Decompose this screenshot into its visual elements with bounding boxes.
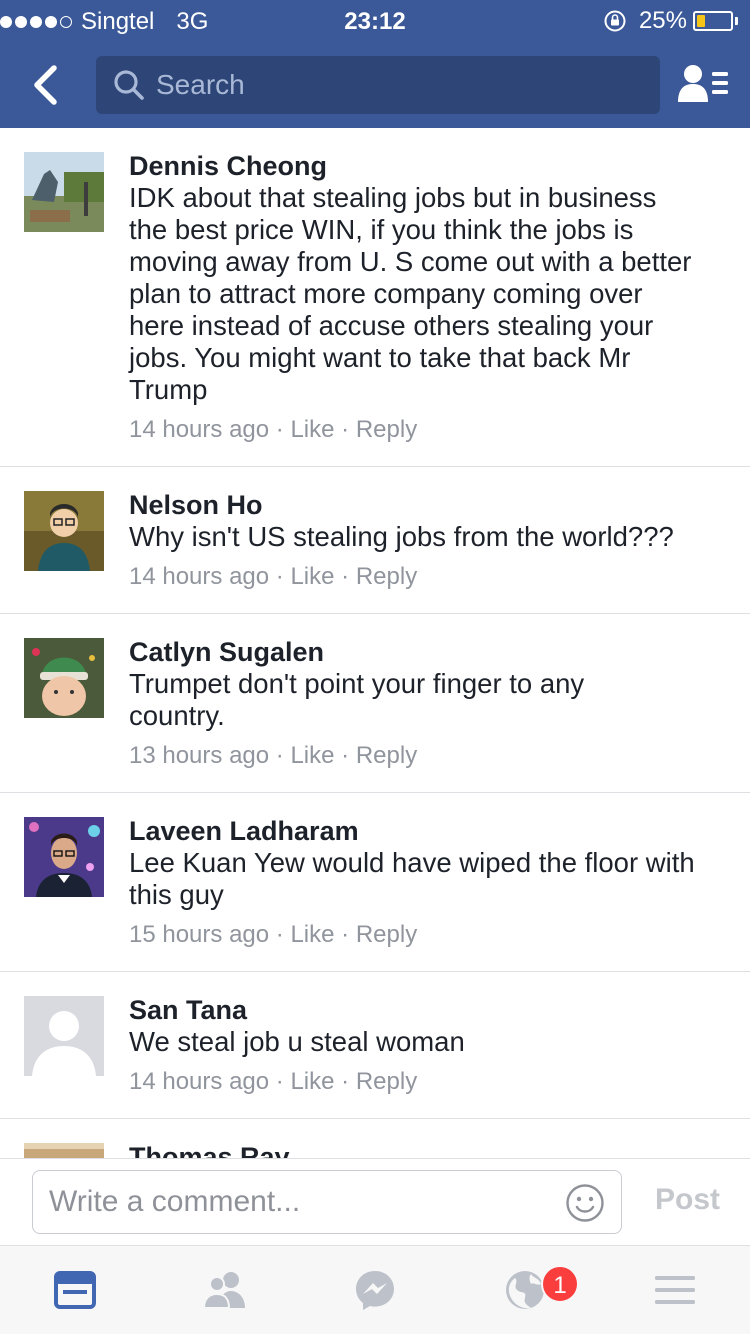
like-link[interactable]: Like xyxy=(290,742,334,769)
comment-author[interactable]: Thomas Ray xyxy=(129,1141,726,1158)
comment-meta: 13 hours ago · Like · Reply xyxy=(129,740,726,772)
friends-icon[interactable] xyxy=(203,1268,247,1312)
comment-text-line: Lee Kuan Yew would have wiped the floor … xyxy=(129,847,695,878)
comment-text: IDK about that stealing jobs but in busi… xyxy=(129,182,726,406)
comment-text-line: Why isn't US stealing jobs from the worl… xyxy=(129,521,674,552)
comment-item: Laveen Ladharam Lee Kuan Yew would have … xyxy=(0,793,750,972)
friend-requests-icon[interactable] xyxy=(676,62,730,106)
post-button[interactable]: Post xyxy=(655,1183,720,1217)
comment-author[interactable]: San Tana xyxy=(129,994,726,1026)
comment-meta: 14 hours ago · Like · Reply xyxy=(129,414,726,446)
comment-timestamp: 14 hours ago xyxy=(129,1068,270,1095)
comment-meta: 14 hours ago · Like · Reply xyxy=(129,561,726,593)
avatar[interactable] xyxy=(24,491,104,571)
separator-dot: · xyxy=(341,921,356,948)
comment-meta: 14 hours ago · Like · Reply xyxy=(129,1066,726,1098)
chevron-left-icon[interactable] xyxy=(26,62,66,108)
battery-nub xyxy=(735,17,738,25)
comment-meta: 15 hours ago · Like · Reply xyxy=(129,919,726,951)
comment-text-line: jobs. You might want to take that back M… xyxy=(129,342,631,373)
comment-text-line: moving away from U. S come out with a be… xyxy=(129,246,692,277)
separator-dot: · xyxy=(275,921,291,948)
search-input[interactable]: Search xyxy=(156,69,245,101)
search-bar[interactable]: Search xyxy=(96,56,660,114)
comment-text: Trumpet don't point your finger to any c… xyxy=(129,668,726,732)
comment-text-line: IDK about that stealing jobs but in busi… xyxy=(129,182,657,213)
comment-composer: Write a comment... Post xyxy=(0,1158,750,1246)
like-link[interactable]: Like xyxy=(290,416,334,443)
reply-link[interactable]: Reply xyxy=(356,416,417,443)
comment-text-line: We steal job u steal woman xyxy=(129,1026,465,1057)
comment-timestamp: 15 hours ago xyxy=(129,921,270,948)
comment-author[interactable]: Catlyn Sugalen xyxy=(129,636,726,668)
separator-dot: · xyxy=(341,416,356,443)
comment-author[interactable]: Dennis Cheong xyxy=(129,150,726,182)
comment-timestamp: 13 hours ago xyxy=(129,742,270,769)
avatar[interactable] xyxy=(24,152,104,232)
reply-link[interactable]: Reply xyxy=(356,742,417,769)
comment-item: Nelson Ho Why isn't US stealing jobs fro… xyxy=(0,467,750,614)
comment-item: Thomas Ray xyxy=(0,1119,750,1158)
comment-timestamp: 14 hours ago xyxy=(129,563,270,590)
battery-icon xyxy=(693,11,733,31)
battery-level-fill xyxy=(697,15,705,27)
separator-dot: · xyxy=(275,742,291,769)
battery-percentage: 25% xyxy=(638,7,687,34)
comment-item: Catlyn Sugalen Trumpet don't point your … xyxy=(0,614,750,793)
comment-text: Why isn't US stealing jobs from the worl… xyxy=(129,521,726,553)
separator-dot: · xyxy=(341,563,356,590)
avatar[interactable] xyxy=(24,638,104,718)
comment-item: Dennis Cheong IDK about that stealing jo… xyxy=(0,128,750,467)
comment-author[interactable]: Nelson Ho xyxy=(129,489,726,521)
menu-icon[interactable] xyxy=(653,1268,697,1312)
rotation-lock-icon xyxy=(604,10,626,32)
comment-timestamp: 14 hours ago xyxy=(129,416,270,443)
like-link[interactable]: Like xyxy=(290,563,334,590)
comment-text-line: Trumpet don't point your finger to any xyxy=(129,668,585,699)
reply-link[interactable]: Reply xyxy=(356,563,417,590)
notifications-globe-icon[interactable] xyxy=(503,1268,547,1312)
search-icon xyxy=(114,70,144,100)
separator-dot: · xyxy=(341,1068,356,1095)
comment-text-line: plan to attract more company coming over xyxy=(129,278,643,309)
like-link[interactable]: Like xyxy=(290,1068,334,1095)
comment-list[interactable]: Dennis Cheong IDK about that stealing jo… xyxy=(0,128,750,1158)
smiley-icon[interactable] xyxy=(565,1183,605,1223)
tab-bar xyxy=(0,1246,750,1334)
top-bar: Singtel 3G 23:12 25% Search xyxy=(0,0,750,128)
separator-dot: · xyxy=(275,563,291,590)
comment-text: Lee Kuan Yew would have wiped the floor … xyxy=(129,847,726,911)
comment-author[interactable]: Laveen Ladharam xyxy=(129,815,726,847)
avatar[interactable] xyxy=(24,1143,104,1158)
comment-text-line: country. xyxy=(129,700,225,731)
messenger-icon[interactable] xyxy=(353,1268,397,1312)
reply-link[interactable]: Reply xyxy=(356,921,417,948)
separator-dot: · xyxy=(341,742,356,769)
separator-dot: · xyxy=(275,416,291,443)
comment-text-line: Trump xyxy=(129,374,208,405)
comment-text-line: the best price WIN, if you think the job… xyxy=(129,214,634,245)
news-feed-icon[interactable] xyxy=(53,1268,97,1312)
comment-item: San Tana We steal job u steal woman 14 h… xyxy=(0,972,750,1119)
reply-link[interactable]: Reply xyxy=(356,1068,417,1095)
notifications-badge: 1 xyxy=(541,1265,579,1303)
comment-text-line: this guy xyxy=(129,879,224,910)
avatar[interactable] xyxy=(24,996,104,1076)
avatar[interactable] xyxy=(24,817,104,897)
like-link[interactable]: Like xyxy=(290,921,334,948)
status-bar: Singtel 3G 23:12 25% xyxy=(0,0,750,40)
separator-dot: · xyxy=(275,1068,291,1095)
comment-input[interactable]: Write a comment... xyxy=(32,1170,622,1234)
comment-text: We steal job u steal woman xyxy=(129,1026,726,1058)
comment-text-line: here instead of accuse others stealing y… xyxy=(129,310,654,341)
